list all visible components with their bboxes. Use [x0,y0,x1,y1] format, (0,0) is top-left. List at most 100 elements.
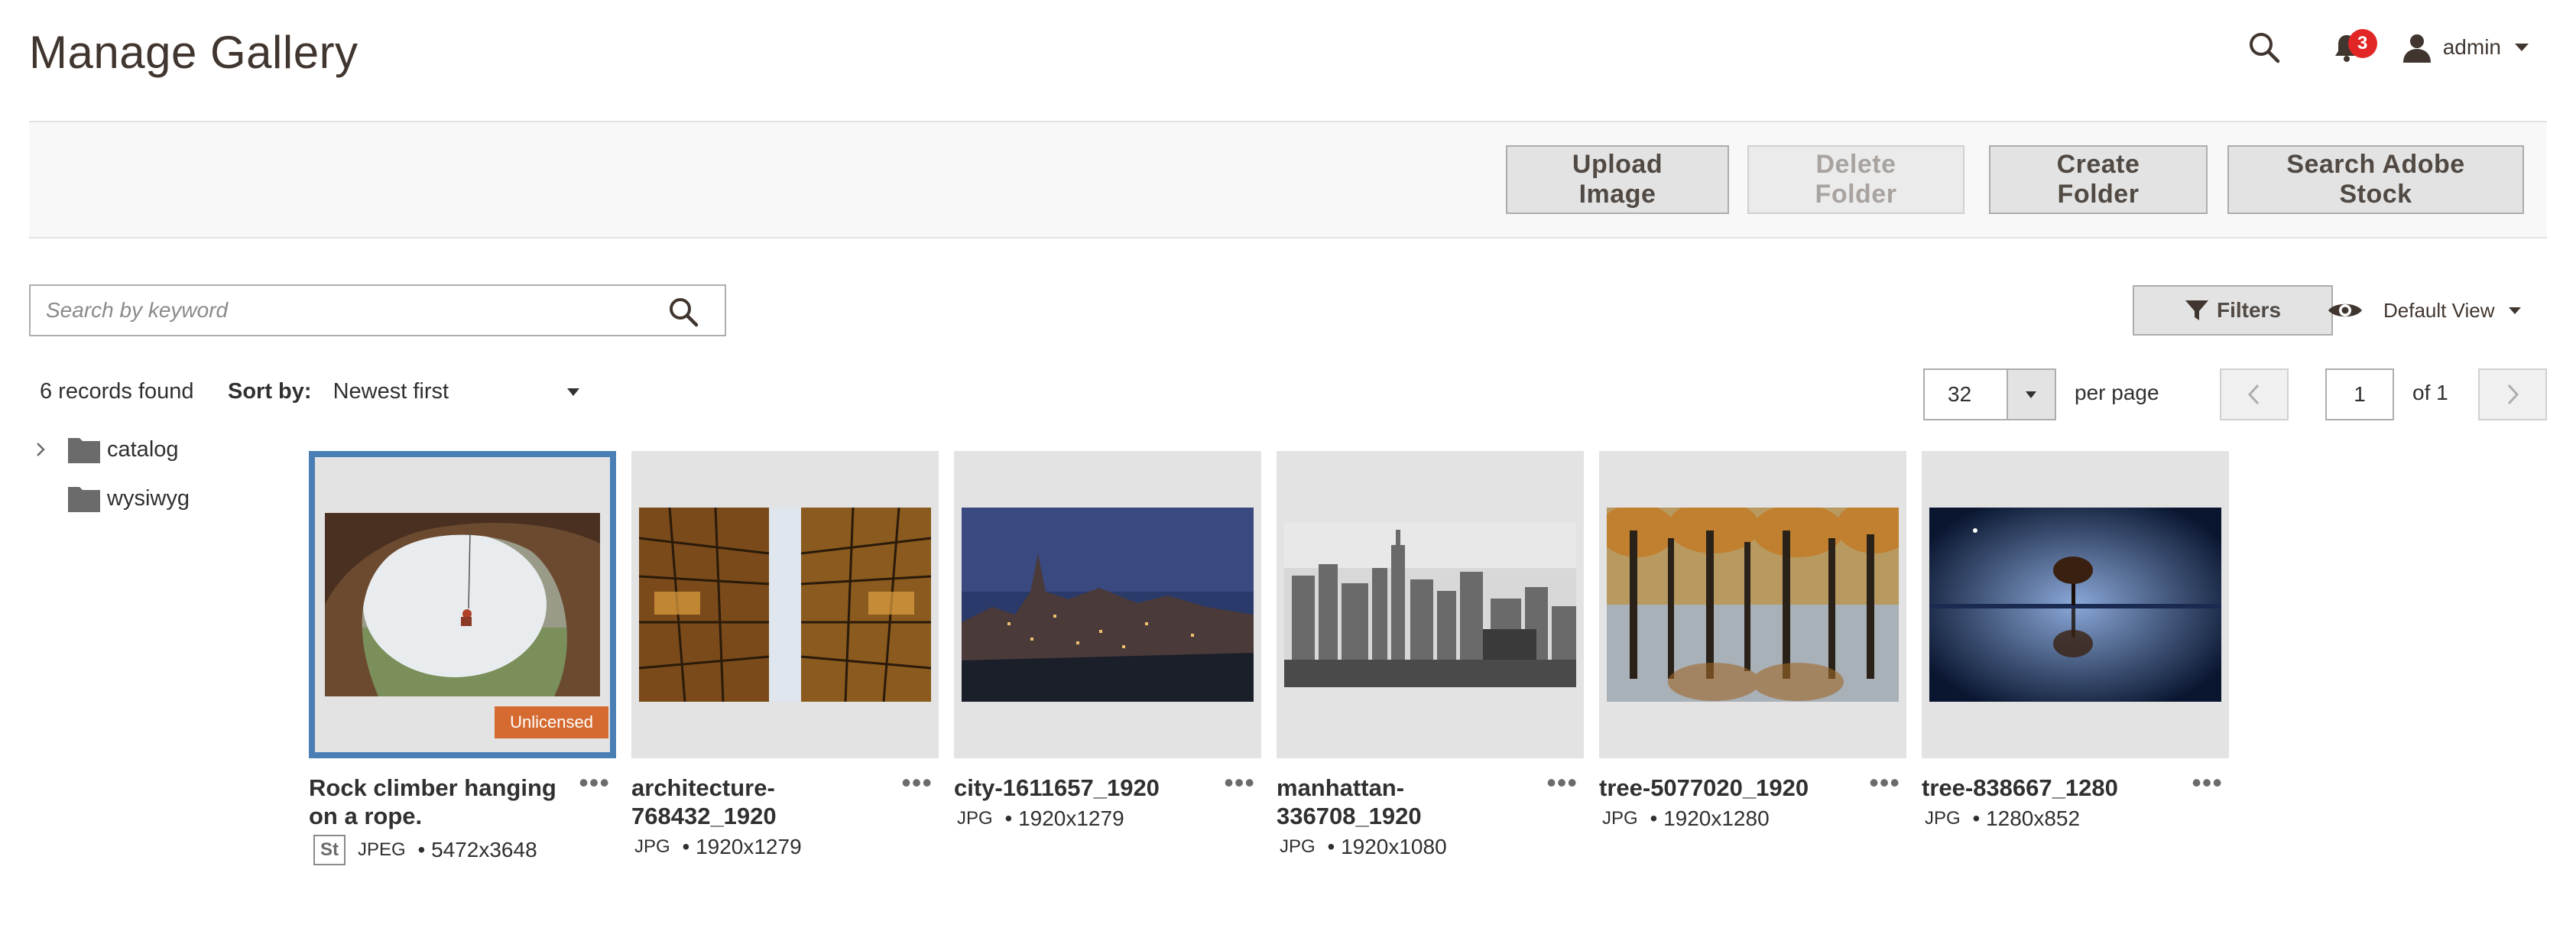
chevron-left-icon [2247,384,2260,405]
image-format: JPG [1602,808,1638,829]
folder-item-wysiwyg[interactable]: wysiwyg [34,474,190,523]
image-card[interactable]: Unlicensed Rock climber hanging on a rop… [309,451,616,865]
architecture-image [639,508,931,702]
image-card[interactable]: architecture-768432_1920 ••• JPG • 1920x… [631,451,939,859]
image-thumbnail[interactable] [954,451,1261,758]
image-thumbnail[interactable]: Unlicensed [309,451,616,758]
sort-select[interactable]: Newest first [333,379,567,404]
image-card[interactable]: manhattan-336708_1920 ••• JPG • 1920x108… [1277,451,1584,859]
sort-label: Sort by: [228,379,312,404]
image-dimensions: 1920x1279 [696,835,802,858]
eye-icon [2328,303,2362,317]
tree-night-image [1929,508,2221,702]
image-title: city-1611657_1920 [954,774,1160,801]
filter-icon [2185,300,2208,320]
search-icon [670,298,699,327]
adobe-stock-badge: St [313,835,346,865]
filters-button[interactable]: Filters [2133,285,2333,336]
image-title: tree-838667_1280 [1922,774,2118,801]
image-dimensions: 1920x1280 [1663,806,1770,830]
image-meta: JPG • 1920x1080 [1277,835,1584,859]
image-card[interactable]: tree-838667_1280 ••• JPG • 1280x852 [1922,451,2229,831]
image-dimensions: 1920x1279 [1018,806,1124,830]
filters-label: Filters [2216,298,2282,322]
image-card[interactable]: tree-5077020_1920 ••• JPG • 1920x1280 [1599,451,1906,831]
per-page-value: 32 [1948,382,1972,406]
image-dimensions: 1280x852 [1986,806,2081,830]
global-search-button[interactable] [2241,24,2287,70]
folder-name: catalog [107,436,179,462]
chevron-down-icon [2508,307,2521,314]
search-adobe-stock-button[interactable]: Search Adobe Stock [2227,145,2524,214]
rock-climber-image [325,513,600,696]
total-pages: of 1 [2412,381,2448,404]
search-submit-button[interactable] [665,294,702,330]
manhattan-image [1284,522,1576,687]
image-title: tree-5077020_1920 [1599,774,1809,801]
meta-separator: • [1321,835,1342,858]
records-count: 6 records found [40,379,194,404]
meta-separator: • [998,806,1019,830]
view-label: Default View [2383,298,2495,322]
image-title: manhattan-336708_1920 [1277,774,1422,829]
user-menu[interactable]: admin [2402,24,2529,70]
folder-name: wysiwyg [107,485,190,511]
user-icon [2402,34,2431,63]
image-thumbnail[interactable] [631,451,939,758]
image-meta: St JPEG • 5472x3648 [309,835,616,865]
more-options-icon[interactable]: ••• [579,769,610,797]
next-page-button[interactable] [2478,368,2547,420]
more-options-icon[interactable]: ••• [1546,769,1578,797]
per-page-label: per page [2075,381,2159,404]
image-thumbnail[interactable] [1599,451,1906,758]
image-format: JPEG [358,839,406,860]
more-options-icon[interactable]: ••• [1869,769,1900,797]
sort-control[interactable]: Sort by: Newest first [228,379,579,404]
chevron-right-icon [2507,384,2519,405]
header-actions: 3 admin [2241,24,2529,70]
search-icon [2249,33,2279,63]
image-dimensions: 5472x3648 [431,838,537,861]
chevron-down-icon [2026,391,2037,398]
current-page-input[interactable] [2325,368,2394,420]
image-format: JPG [1280,836,1316,857]
meta-separator: • [676,835,696,858]
page-title: Manage Gallery [29,27,358,78]
image-format: JPG [1925,808,1961,829]
user-name: admin [2442,35,2501,59]
keyword-search [29,284,726,336]
image-card[interactable]: city-1611657_1920 ••• JPG • 1920x1279 [954,451,1261,831]
create-folder-button[interactable]: Create Folder [1989,145,2208,214]
more-options-icon[interactable]: ••• [1224,769,1255,797]
image-dimensions: 1920x1080 [1341,835,1447,858]
image-thumbnail[interactable] [1277,451,1584,758]
meta-separator: • [411,838,432,861]
meta-separator: • [1643,806,1664,830]
chevron-down-icon [2515,44,2529,51]
chevron-down-icon [566,388,579,396]
image-title: Rock climber hanging on a rope. [309,774,556,829]
per-page-toggle[interactable] [2006,370,2055,419]
notifications-button[interactable]: 3 [2324,24,2377,70]
folder-item-catalog[interactable]: catalog [34,425,190,474]
notification-count-badge: 3 [2347,29,2377,58]
search-input[interactable] [31,286,642,335]
chevron-right-icon [37,443,45,456]
image-meta: JPG • 1920x1279 [954,806,1261,831]
per-page-select[interactable]: 32 [1923,368,2056,420]
city-night-image [962,508,1254,702]
upload-image-button[interactable]: Upload Image [1506,145,1729,214]
expand-arrow[interactable] [34,434,67,465]
view-switcher[interactable]: Default View [2327,292,2521,329]
image-thumbnail[interactable] [1922,451,2229,758]
previous-page-button[interactable] [2220,368,2289,420]
folder-icon [68,438,100,463]
image-meta: JPG • 1920x1280 [1599,806,1906,831]
page-actions-bar: Upload Image Delete Folder Create Folder… [29,121,2547,238]
image-title: architecture-768432_1920 [631,774,777,829]
folder-icon [68,487,100,512]
more-options-icon[interactable]: ••• [2192,769,2223,797]
more-options-icon[interactable]: ••• [901,769,933,797]
image-meta: JPG • 1920x1279 [631,835,939,859]
delete-folder-button[interactable]: Delete Folder [1747,145,1964,214]
